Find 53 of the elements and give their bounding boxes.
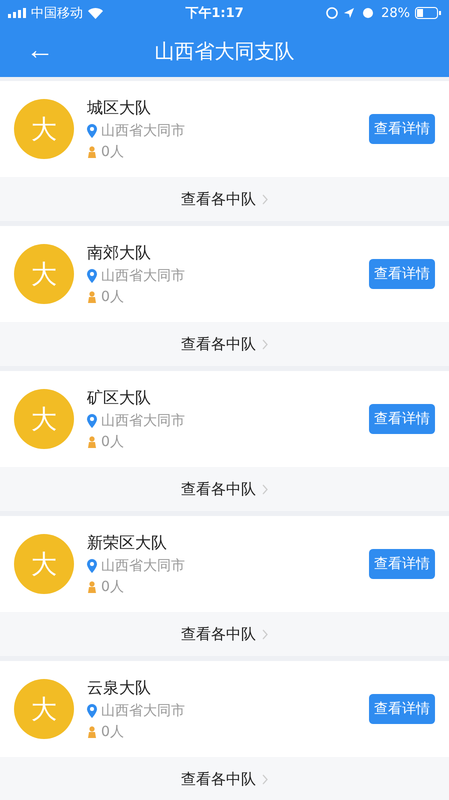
- avatar: 大: [14, 244, 74, 304]
- back-button[interactable]: ←: [20, 34, 60, 66]
- squads-link[interactable]: 查看各中队: [175, 768, 274, 790]
- person-icon: [87, 290, 97, 302]
- details-button[interactable]: 查看详情: [369, 694, 435, 724]
- signal-icon: [8, 8, 26, 18]
- person-icon: [87, 436, 97, 448]
- unit-location: 山西省大同市: [101, 122, 185, 140]
- person-icon: [87, 580, 97, 592]
- carrier-name: 中国移动: [31, 5, 83, 22]
- member-count: 0人: [101, 722, 124, 740]
- chevron-right-icon: [262, 484, 268, 494]
- chevron-right-icon: [262, 774, 268, 784]
- unit-name: 矿区大队: [87, 388, 152, 408]
- location-pin-icon: [87, 124, 97, 138]
- location-pin-icon: [87, 704, 97, 718]
- details-button[interactable]: 查看详情: [369, 259, 435, 289]
- page-title: 山西省大同支队: [154, 38, 294, 65]
- location-pin-icon: [87, 558, 97, 572]
- battery-icon: [415, 7, 441, 19]
- avatar: 大: [14, 679, 74, 739]
- member-count: 0人: [101, 288, 124, 306]
- unit-location: 山西省大同市: [101, 556, 185, 574]
- member-count: 0人: [101, 432, 124, 450]
- member-count: 0人: [101, 142, 124, 160]
- wifi-icon: [88, 8, 103, 18]
- unit-location: 山西省大同市: [101, 702, 185, 720]
- unit-name: 云泉大队: [87, 678, 152, 698]
- location-pin-icon: [87, 268, 97, 282]
- unit-location: 山西省大同市: [101, 266, 185, 284]
- unit-location: 山西省大同市: [101, 412, 185, 430]
- squads-link[interactable]: 查看各中队: [175, 188, 274, 210]
- chevron-right-icon: [262, 194, 268, 204]
- unit-name: 城区大队: [87, 98, 152, 118]
- details-button[interactable]: 查看详情: [369, 114, 435, 144]
- details-button[interactable]: 查看详情: [369, 549, 435, 579]
- avatar: 大: [14, 389, 74, 449]
- person-icon: [87, 146, 97, 158]
- squads-link[interactable]: 查看各中队: [175, 334, 274, 354]
- person-icon: [87, 726, 97, 738]
- battery-percent: 28%: [381, 6, 410, 20]
- avatar: 大: [14, 534, 74, 594]
- chevron-right-icon: [262, 338, 268, 350]
- location-pin-icon: [87, 414, 97, 428]
- member-count: 0人: [101, 578, 124, 596]
- unit-name: 南郊大队: [87, 242, 152, 264]
- unit-name: 新荣区大队: [87, 532, 168, 554]
- details-button[interactable]: 查看详情: [369, 404, 435, 434]
- squads-link[interactable]: 查看各中队: [175, 478, 274, 500]
- squads-link[interactable]: 查看各中队: [175, 624, 274, 644]
- avatar: 大: [14, 99, 74, 159]
- chevron-right-icon: [262, 628, 268, 640]
- clock-time: 下午1:17: [185, 5, 244, 22]
